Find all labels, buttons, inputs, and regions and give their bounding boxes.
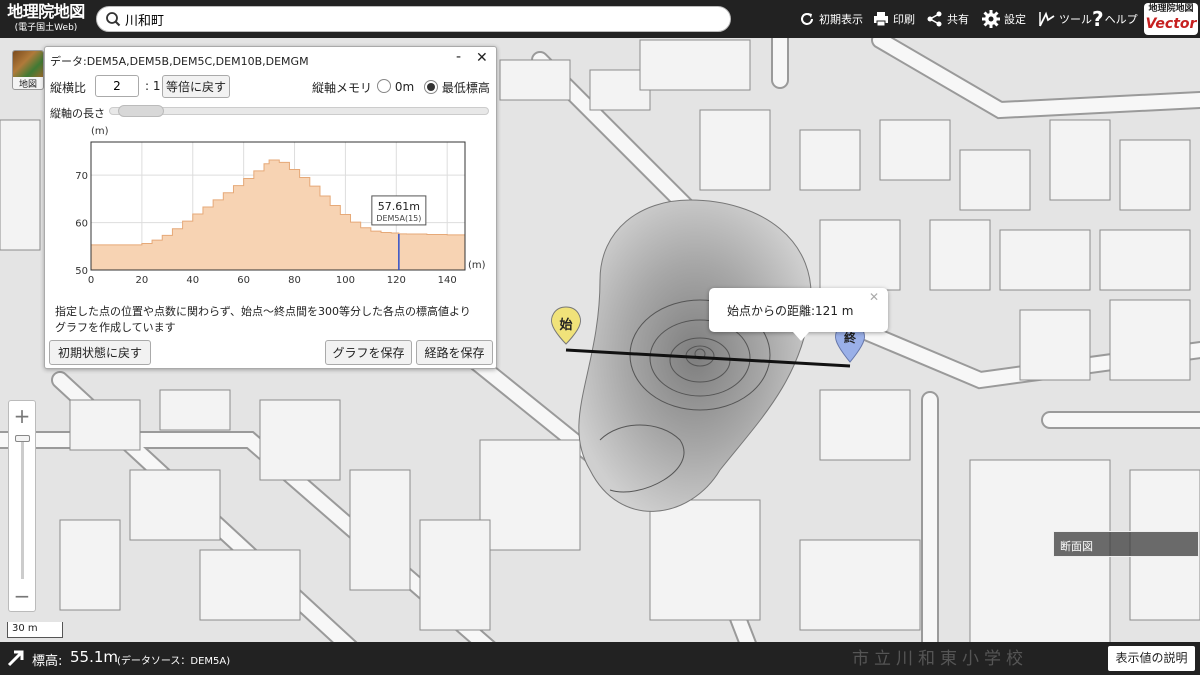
map-thumbnail-icon xyxy=(13,51,43,77)
x-tick-label: 40 xyxy=(186,275,199,286)
map-layer-button[interactable]: 地図 xyxy=(12,50,44,90)
vector-logo[interactable]: 地理院地図 Vector xyxy=(1144,3,1198,35)
elevation-value: 55.1m xyxy=(70,648,119,666)
axis-length-slider[interactable] xyxy=(109,105,489,117)
zoom-control: + − xyxy=(8,400,36,612)
share-icon xyxy=(927,11,942,27)
axis-memory-label: 縦軸メモリ xyxy=(312,81,373,95)
radio-zero[interactable] xyxy=(377,79,391,93)
close-button[interactable]: ✕ xyxy=(476,50,488,66)
status-bar: 標高: 55.1m (データソース：DEM5A) 市立川和東小学校 表示値の説明 xyxy=(0,642,1200,675)
share-label: 共有 xyxy=(947,13,969,26)
y-tick-label: 60 xyxy=(75,219,88,230)
school-map-label: 市立川和東小学校 xyxy=(852,649,1028,669)
help-button[interactable]: ? ヘルプ xyxy=(1092,0,1138,38)
map-layer-label: 地図 xyxy=(18,80,37,90)
help-label: ヘルプ xyxy=(1104,13,1138,26)
initial-view-label: 初期表示 xyxy=(819,13,863,26)
elevation-source: (データソース：DEM5A) xyxy=(117,656,231,667)
popup-tail xyxy=(793,332,809,341)
search-input[interactable] xyxy=(125,11,715,27)
help-icon: ? xyxy=(1092,7,1104,31)
marker-value: 57.61m xyxy=(378,200,420,213)
elevation-profile-panel: データ:DEM5A,DEM5B,DEM5C,DEM10B,DEMGM - ✕ 縦… xyxy=(44,46,497,369)
option-zero-label: 0m xyxy=(394,80,415,94)
printer-icon xyxy=(874,12,888,27)
axis-length-label: 縦軸の長さ xyxy=(50,107,105,120)
cross-section-tab[interactable]: 断面図 xyxy=(1053,531,1199,557)
zoom-slider-track[interactable] xyxy=(21,437,24,579)
x-axis-unit: (m) xyxy=(468,260,486,271)
marker-source: DEM5A(15) xyxy=(376,214,421,223)
x-tick-label: 140 xyxy=(438,275,457,286)
start-marker-label: 始 xyxy=(559,317,572,333)
x-tick-label: 20 xyxy=(136,275,149,286)
reset-state-button[interactable]: 初期状態に戻す xyxy=(49,340,151,365)
note-line1: 指定した点の位置や点数に関わらず、始点～終点間を300等分した各点の標高値より xyxy=(55,305,471,318)
note-text: 指定した点の位置や点数に関わらず、始点～終点間を300等分した各点の標高値より … xyxy=(55,304,490,336)
x-tick-label: 100 xyxy=(336,275,355,286)
share-button[interactable]: 共有 xyxy=(926,0,969,38)
gear-icon xyxy=(982,10,1000,28)
print-button[interactable]: 印刷 xyxy=(872,0,915,38)
vector-logo-line2: Vector xyxy=(1145,16,1197,32)
reset-ratio-button[interactable]: 等倍に戻す xyxy=(162,75,230,98)
settings-label: 設定 xyxy=(1004,13,1026,26)
x-tick-label: 120 xyxy=(387,275,406,286)
x-tick-label: 0 xyxy=(88,275,94,286)
distance-popup: 始点からの距離:121 m ✕ xyxy=(709,288,888,341)
search-icon xyxy=(106,12,121,27)
refresh-icon xyxy=(801,13,813,25)
axis-length-slider-handle[interactable] xyxy=(118,105,164,117)
tools-button[interactable]: ツール xyxy=(1038,0,1092,38)
y-axis-unit: (m) xyxy=(91,126,109,137)
ratio-input[interactable] xyxy=(95,75,139,97)
ratio-label: 縦横比 xyxy=(50,81,87,95)
option-min-label: 最低標高 xyxy=(441,81,490,95)
distance-text: 始点からの距離:121 m xyxy=(727,304,854,318)
option-min[interactable]: 最低標高 xyxy=(424,79,490,96)
settings-button[interactable]: 設定 xyxy=(981,0,1026,38)
search-box[interactable] xyxy=(96,6,731,32)
zoom-in-button[interactable]: + xyxy=(9,403,35,429)
end-marker-label: 終 xyxy=(844,330,857,345)
print-label: 印刷 xyxy=(893,13,915,26)
vector-logo-line1: 地理院地図 xyxy=(1148,4,1194,14)
radio-min[interactable] xyxy=(424,80,438,94)
zoom-slider-handle[interactable] xyxy=(15,435,30,442)
option-zero[interactable]: 0m xyxy=(377,79,414,94)
tools-label: ツール xyxy=(1059,13,1092,26)
save-graph-button[interactable]: グラフを保存 xyxy=(325,340,412,365)
x-tick-label: 80 xyxy=(288,275,301,286)
y-tick-label: 50 xyxy=(75,266,88,277)
elevation-label: 標高: xyxy=(32,654,63,669)
tools-icon xyxy=(1039,11,1055,27)
minimize-button[interactable]: - xyxy=(456,49,461,65)
zoom-out-button[interactable]: − xyxy=(9,583,35,609)
site-logo[interactable]: 地理院地図 (電子国土Web) xyxy=(0,0,92,38)
ratio-suffix: : 1 xyxy=(145,79,161,93)
logo-subtitle: (電子国土Web) xyxy=(14,23,78,33)
logo-title: 地理院地図 xyxy=(7,2,85,21)
x-tick-label: 60 xyxy=(237,275,250,286)
y-tick-label: 70 xyxy=(75,171,88,182)
initial-view-button[interactable]: 初期表示 xyxy=(798,0,863,38)
save-route-button[interactable]: 経路を保存 xyxy=(416,340,493,365)
popup-close-icon[interactable]: ✕ xyxy=(869,290,879,304)
elevation-chart: 0 20 40 60 80 100 120 140 50 60 70 (m) (m) 57.61mDEM5… xyxy=(75,126,486,286)
explain-values-button[interactable]: 表示値の説明 xyxy=(1108,646,1195,671)
expand-arrow-icon[interactable] xyxy=(6,648,26,668)
header-bar: 地理院地図 (電子国土Web) 初期表示 印刷 共有 設定 ツール ? ヘルプ … xyxy=(0,0,1200,38)
note-line2: グラフを作成しています xyxy=(55,321,176,334)
data-source-label: データ:DEM5A,DEM5B,DEM5C,DEM10B,DEMGM xyxy=(50,55,309,68)
scale-bar: 30 m xyxy=(7,622,63,638)
